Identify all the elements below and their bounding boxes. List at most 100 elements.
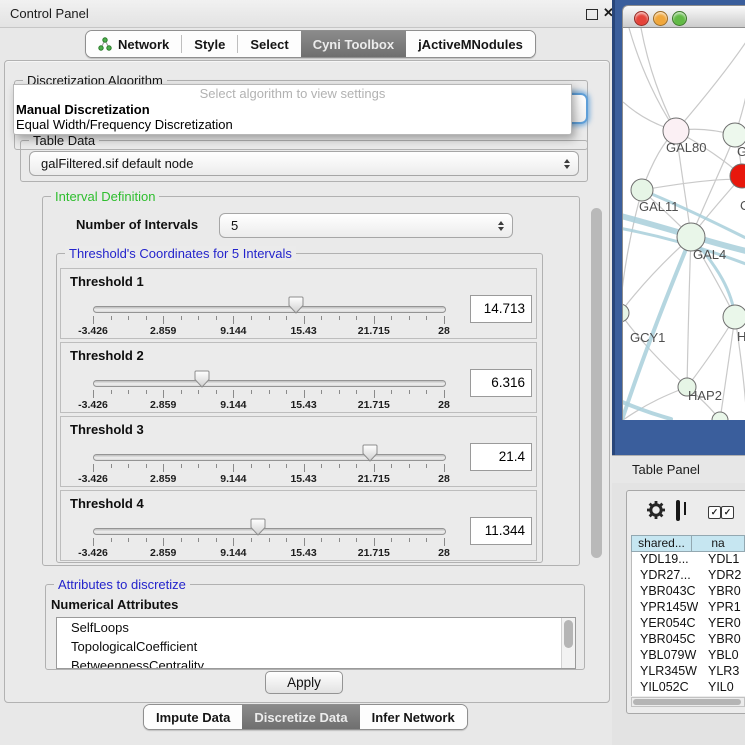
slider-track[interactable] <box>93 380 446 387</box>
threshold-value-field[interactable]: 14.713 <box>470 295 532 323</box>
bottom-tab-impute-data[interactable]: Impute Data <box>144 705 242 729</box>
minor-tick <box>216 316 217 320</box>
table-row[interactable]: YDR27...YDR2 <box>632 568 745 584</box>
tick-label: 2.859 <box>150 547 176 559</box>
major-tick <box>374 538 375 546</box>
panel-scrollbar-thumb[interactable] <box>591 208 602 558</box>
attributes-list[interactable]: SelfLoopsTopologicalCoefficientBetweenne… <box>56 617 576 669</box>
gear-icon[interactable] <box>646 500 666 525</box>
network-edge[interactable] <box>687 237 691 387</box>
minor-tick <box>128 464 129 468</box>
minor-tick <box>321 316 322 320</box>
table-data-combo[interactable]: galFiltered.sif default node <box>29 151 579 176</box>
checkbox-icon[interactable]: ✓ <box>721 506 734 519</box>
minimize-traffic-light-icon[interactable] <box>653 11 668 26</box>
attribute-list-item[interactable]: SelfLoops <box>57 618 575 637</box>
table-row[interactable]: YBR045CYBR0 <box>632 632 745 648</box>
tick-label: 15.43 <box>290 399 316 411</box>
bottom-tab-discretize-data[interactable]: Discretize Data <box>242 705 359 729</box>
network-node[interactable] <box>723 305 745 329</box>
number-of-intervals-combo[interactable]: 5 <box>219 213 513 238</box>
minor-tick <box>339 538 340 542</box>
minor-tick <box>251 390 252 394</box>
network-window-titlebar[interactable] <box>622 5 745 28</box>
minor-tick <box>146 316 147 320</box>
slider-handle[interactable] <box>250 518 266 536</box>
slider-handle[interactable] <box>194 370 210 388</box>
cell-shared-name: YBL079W <box>632 648 698 664</box>
tab-network[interactable]: Network <box>86 31 181 57</box>
minor-tick <box>426 316 427 320</box>
dropdown-option-equal-width-frequency-discretization[interactable]: Equal Width/Frequency Discretization <box>14 117 571 132</box>
table-row[interactable]: YDL19...YDL1 <box>632 552 745 568</box>
number-of-intervals-label: Number of Intervals <box>76 217 198 232</box>
algorithm-dropdown-popup: Select algorithm to view settings Manual… <box>13 84 572 135</box>
slider-handle[interactable] <box>362 444 378 462</box>
threshold-value-field[interactable]: 11.344 <box>470 517 532 545</box>
network-edge[interactable] <box>687 317 735 387</box>
table-horizontal-scrollbar[interactable] <box>631 697 745 707</box>
cell-name: YIL0 <box>698 680 734 696</box>
network-node[interactable] <box>631 179 653 201</box>
table-scrollbar-thumb[interactable] <box>633 699 741 705</box>
minor-tick <box>111 538 112 542</box>
major-tick <box>163 316 164 324</box>
minor-tick <box>426 390 427 394</box>
major-tick <box>374 316 375 324</box>
tick-label: 2.859 <box>150 325 176 337</box>
slider-handle[interactable] <box>288 296 304 314</box>
node-label: GCY1 <box>630 330 665 345</box>
tick-label: 21.715 <box>358 547 390 559</box>
table-row[interactable]: YLR345WYLR3 <box>632 664 745 680</box>
bottom-tab-infer-network[interactable]: Infer Network <box>360 705 467 729</box>
spinner-arrows-icon <box>498 221 504 231</box>
column-header-name[interactable]: na <box>692 536 744 551</box>
major-tick <box>374 390 375 398</box>
minor-tick <box>409 464 410 468</box>
apply-button[interactable]: Apply <box>265 671 343 694</box>
slider-track[interactable] <box>93 528 446 535</box>
table-row[interactable]: YPR145WYPR1 <box>632 600 745 616</box>
network-edge[interactable] <box>720 317 735 420</box>
thresholds-group-label: Threshold's Coordinates for 5 Intervals <box>65 246 296 261</box>
network-edge[interactable] <box>623 237 691 313</box>
close-traffic-light-icon[interactable] <box>634 11 649 26</box>
network-canvas[interactable]: GAL80GAL11GAL4GCY1HAP2HGAC <box>622 28 745 420</box>
table-row[interactable]: YER054CYER0 <box>632 616 745 632</box>
threshold-row: Threshold 1-3.4262.8599.14415.4321.71528… <box>60 268 537 339</box>
threshold-value-field[interactable]: 21.4 <box>470 443 532 471</box>
network-edge[interactable] <box>676 42 745 131</box>
zoom-traffic-light-icon[interactable] <box>672 11 687 26</box>
minor-tick <box>409 390 410 394</box>
slider-track[interactable] <box>93 306 446 313</box>
tab-style[interactable]: Style <box>182 31 237 57</box>
network-edge[interactable] <box>641 28 676 131</box>
attribute-list-item[interactable]: TopologicalCoefficient <box>57 637 575 656</box>
tab-select[interactable]: Select <box>238 31 300 57</box>
panel-scrollbar[interactable] <box>589 63 604 699</box>
column-header-shared-name[interactable]: shared... <box>632 536 692 551</box>
checkbox-icon[interactable]: ✓ <box>708 506 721 519</box>
threshold-value-field[interactable]: 6.316 <box>470 369 532 397</box>
tab-cyni-toolbox[interactable]: Cyni Toolbox <box>301 31 406 57</box>
table-row[interactable]: YBR043CYBR0 <box>632 584 745 600</box>
table-row[interactable]: YBL079WYBL0 <box>632 648 745 664</box>
tick-label: 9.144 <box>220 473 246 485</box>
float-window-button[interactable] <box>586 9 598 20</box>
table-body[interactable]: YDL19...YDL1YDR27...YDR2YBR043CYBR0YPR14… <box>631 552 745 696</box>
minor-tick <box>128 538 129 542</box>
dropdown-option-manual-discretization[interactable]: Manual Discretization <box>14 102 571 117</box>
tab-jactivemnodules[interactable]: jActiveMNodules <box>406 31 535 57</box>
attributes-list-scrollbar[interactable] <box>561 618 575 668</box>
minor-tick <box>356 390 357 394</box>
attributes-scrollbar-thumb[interactable] <box>564 620 573 648</box>
split-columns-icon[interactable] <box>676 500 680 521</box>
network-edge[interactable] <box>642 179 745 190</box>
network-node[interactable] <box>623 304 629 322</box>
minor-tick <box>146 390 147 394</box>
control-panel-titlebar: Control Panel ✕ <box>0 0 617 28</box>
slider-track[interactable] <box>93 454 446 461</box>
table-row[interactable]: YIL052CYIL0 <box>632 680 745 696</box>
table-data-group-label: Table Data <box>29 133 99 148</box>
attribute-list-item[interactable]: BetweennessCentrality <box>57 656 575 669</box>
